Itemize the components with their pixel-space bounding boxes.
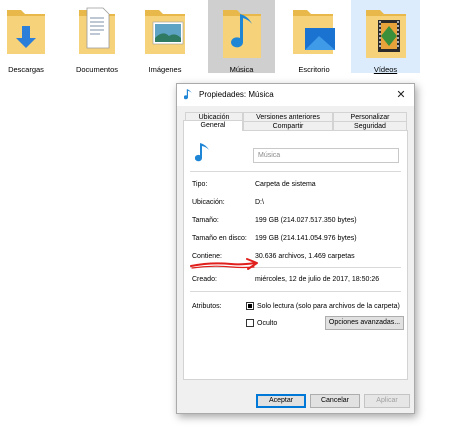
- prop-value-contiene: 30.636 archivos, 1.469 carpetas: [255, 253, 355, 260]
- readonly-label[interactable]: Solo lectura (solo para archivos de la c…: [257, 302, 400, 311]
- folder-tile-imagenes[interactable]: Imágenes: [139, 0, 191, 74]
- separator: [190, 291, 401, 292]
- folder-tile-descargas[interactable]: Descargas: [0, 0, 52, 74]
- red-annotation-arrow-icon: [190, 258, 258, 270]
- videos-folder-icon: [365, 10, 406, 58]
- general-panel: Música Tipo: Carpeta de sistema Ubicació…: [183, 130, 408, 380]
- properties-dialog: Propiedades: Música ✕ Ubicación Versione…: [176, 83, 415, 414]
- prop-label-tamano-disco: Tamaño en disco:: [192, 235, 247, 242]
- prop-label-tamano: Tamaño:: [192, 217, 219, 224]
- dialog-titlebar[interactable]: Propiedades: Música ✕: [177, 84, 414, 106]
- hidden-label[interactable]: Oculto: [257, 319, 277, 328]
- music-note-icon: [184, 89, 192, 100]
- folder-tile-documentos[interactable]: Documentos: [66, 0, 128, 74]
- separator: [190, 171, 401, 172]
- dialog-title: Propiedades: Música: [199, 90, 274, 99]
- folder-tile-escritorio[interactable]: Escritorio: [283, 0, 345, 74]
- music-folder-icon: [222, 10, 261, 58]
- folder-name-field[interactable]: Música: [253, 148, 399, 163]
- cancel-button[interactable]: Cancelar: [310, 394, 360, 408]
- folder-label: Música: [229, 65, 254, 74]
- prop-value-tipo: Carpeta de sistema: [255, 181, 316, 188]
- apply-button[interactable]: Aplicar: [364, 394, 410, 408]
- folder-label: Vídeos: [373, 65, 398, 74]
- accept-button[interactable]: Aceptar: [256, 394, 306, 408]
- close-button[interactable]: ✕: [388, 84, 414, 106]
- prop-value-tamano: 199 GB (214.027.517.350 bytes): [255, 217, 357, 224]
- folder-label: Descargas: [8, 65, 44, 74]
- prop-label-creado: Creado:: [192, 276, 217, 283]
- folder-label: Documentos: [75, 65, 119, 74]
- prop-label-tipo: Tipo:: [192, 181, 208, 188]
- prop-value-tamano-disco: 199 GB (214.141.054.976 bytes): [255, 235, 357, 242]
- music-folder-icon: [195, 143, 209, 162]
- desktop-folder-icon: [293, 10, 335, 54]
- folder-label: Escritorio: [298, 65, 330, 74]
- advanced-options-button[interactable]: Opciones avanzadas...: [325, 316, 404, 330]
- prop-value-ubicacion: D:\: [255, 199, 264, 206]
- tab-general[interactable]: General: [183, 120, 243, 131]
- attributes-label: Atributos:: [192, 303, 222, 310]
- folder-tile-musica[interactable]: Música: [208, 0, 275, 74]
- folder-label: Imágenes: [148, 65, 182, 74]
- folder-tile-videos[interactable]: Vídeos: [351, 0, 420, 74]
- readonly-checkbox[interactable]: [246, 302, 254, 310]
- hidden-checkbox[interactable]: [246, 319, 254, 327]
- prop-value-creado: miércoles, 12 de julio de 2017, 18:50:26: [255, 276, 380, 283]
- pictures-folder-icon: [145, 10, 185, 54]
- prop-label-ubicacion: Ubicación:: [192, 199, 225, 206]
- documents-folder-icon: [79, 7, 115, 54]
- downloads-folder-icon: [7, 10, 45, 54]
